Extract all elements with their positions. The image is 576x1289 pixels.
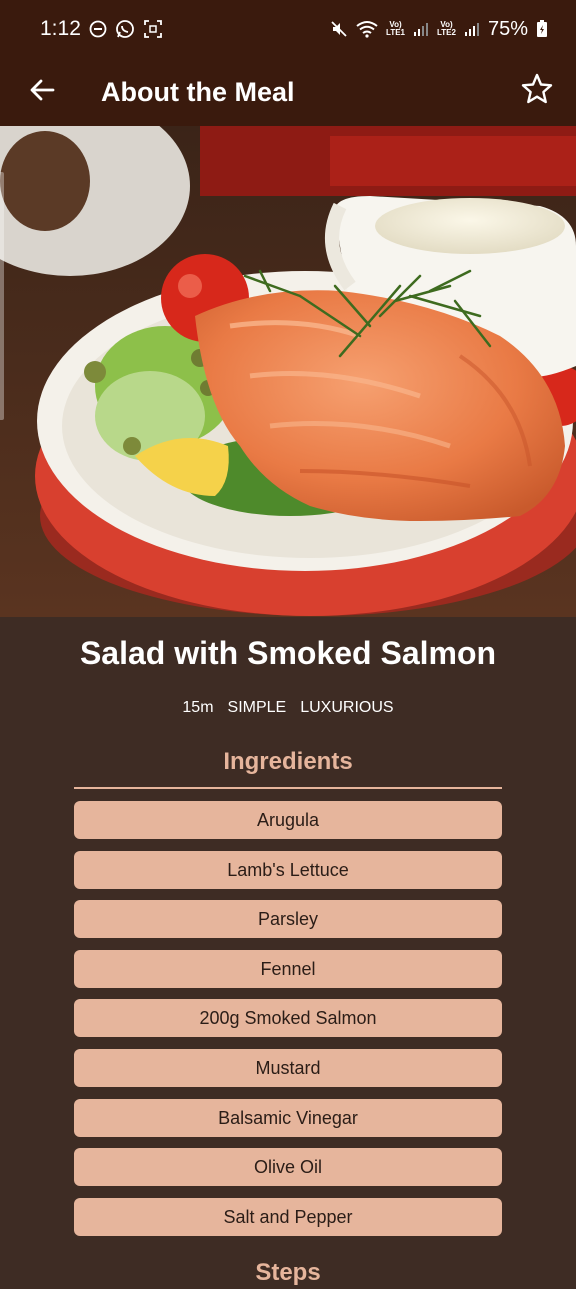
ingredient-item[interactable]: Olive Oil — [74, 1148, 502, 1186]
lte2-label: Vo) LTE2 — [437, 20, 456, 37]
signal-icon — [413, 21, 429, 37]
meal-image — [0, 126, 576, 617]
clock: 1:12 — [40, 17, 81, 40]
lte1-label: Vo) LTE1 — [386, 20, 405, 37]
meal-title: Salad with Smoked Salmon — [79, 635, 497, 671]
steps-heading: Steps — [255, 1259, 321, 1286]
edge-panel-handle[interactable] — [0, 172, 4, 420]
affordability-label: LUXURIOUS — [300, 699, 394, 716]
battery-icon — [536, 20, 548, 38]
mute-icon — [330, 20, 348, 38]
ingredient-item[interactable]: Balsamic Vinegar — [74, 1099, 502, 1137]
page-title: About the Meal — [101, 77, 295, 107]
ingredient-item[interactable]: Lamb's Lettuce — [74, 851, 502, 889]
duration-label: 15m — [182, 699, 214, 716]
status-bar: 1:12 Vo) LTE1 Vo) LTE2 75% — [0, 0, 576, 58]
do-not-disturb-icon — [89, 20, 107, 38]
ingredient-item[interactable]: Arugula — [74, 801, 502, 839]
signal-icon — [464, 21, 480, 37]
arrow-back-icon — [28, 76, 56, 109]
ingredients-heading: Ingredients — [223, 748, 353, 775]
ingredient-item[interactable]: Mustard — [74, 1049, 502, 1087]
complexity-label: SIMPLE — [227, 699, 287, 716]
wifi-icon — [356, 20, 378, 38]
favorite-button[interactable] — [516, 70, 558, 112]
ingredient-item[interactable]: 200g Smoked Salmon — [74, 999, 502, 1037]
ingredient-item[interactable]: Fennel — [74, 950, 502, 988]
meal-meta: 15m SIMPLE LUXURIOUS — [0, 697, 576, 719]
app-bar: About the Meal — [0, 58, 576, 126]
ingredient-item[interactable]: Parsley — [74, 900, 502, 938]
battery-percent: 75% — [487, 17, 528, 40]
star-outline-icon — [520, 72, 554, 111]
whatsapp-icon — [115, 19, 135, 39]
meal-details: Salad with Smoked Salmon 15m SIMPLE LUXU… — [0, 617, 576, 1286]
section-divider — [74, 787, 502, 789]
screenshot-icon — [143, 19, 163, 39]
ingredient-item[interactable]: Salt and Pepper — [74, 1198, 502, 1236]
back-button[interactable] — [22, 72, 62, 112]
